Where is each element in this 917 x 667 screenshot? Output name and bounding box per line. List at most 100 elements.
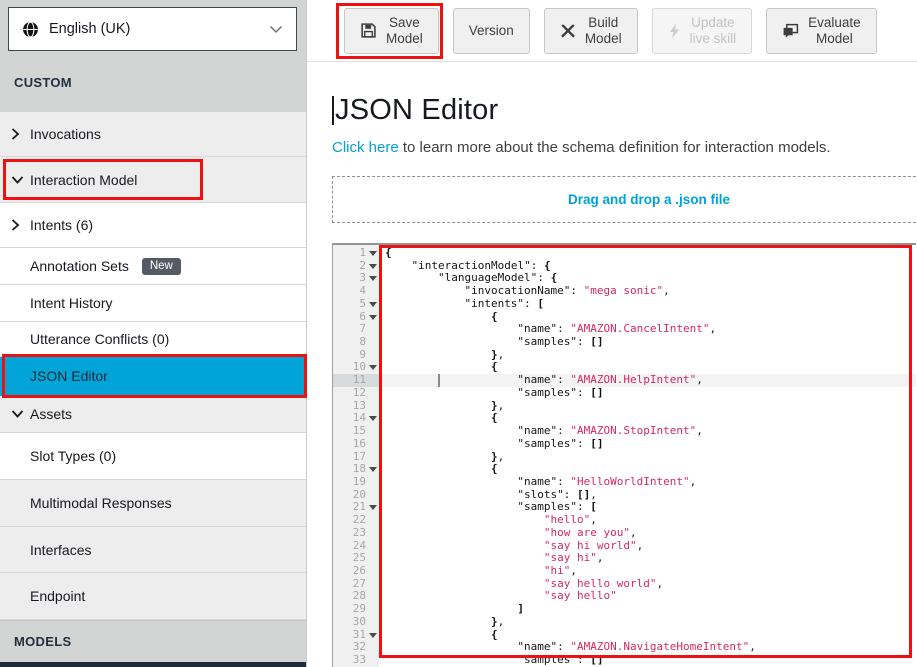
line-number[interactable]: 7 bbox=[333, 323, 379, 336]
fold-caret-icon[interactable] bbox=[369, 416, 377, 421]
fold-caret-icon[interactable] bbox=[369, 505, 377, 510]
code-text[interactable]: }, bbox=[379, 400, 916, 413]
code-text[interactable]: "name": "AMAZON.StopIntent", bbox=[379, 425, 916, 438]
fold-caret-icon[interactable] bbox=[369, 633, 377, 638]
line-number[interactable]: 3 bbox=[333, 272, 379, 285]
code-text[interactable]: "invocationName": "mega sonic", bbox=[379, 285, 916, 298]
code-text[interactable]: "say hello world", bbox=[379, 578, 916, 591]
json-code-editor[interactable]: 1{2"interactionModel": {3"languageModel"… bbox=[332, 243, 916, 667]
sidebar-item-interaction-model[interactable]: Interaction Model bbox=[0, 157, 306, 203]
sidebar-item-label: Assets bbox=[30, 406, 72, 422]
line-number[interactable]: 16 bbox=[333, 438, 379, 451]
click-here-link[interactable]: Click here bbox=[332, 139, 399, 156]
code-text[interactable]: "name": "HelloWorldIntent", bbox=[379, 476, 916, 489]
code-line[interactable]: 21"samples": [ bbox=[333, 501, 916, 514]
code-text[interactable]: "intents": [ bbox=[379, 298, 916, 311]
code-text[interactable]: "say hi world", bbox=[379, 540, 916, 553]
button-label: Version bbox=[469, 23, 514, 39]
version-button[interactable]: Version bbox=[453, 8, 530, 54]
sidebar-item-slot-types[interactable]: Slot Types (0) bbox=[0, 433, 306, 480]
sidebar-item-intent-history[interactable]: Intent History bbox=[0, 285, 306, 322]
code-line[interactable]: 4"invocationName": "mega sonic", bbox=[333, 285, 916, 298]
fold-caret-icon[interactable] bbox=[369, 467, 377, 472]
line-number[interactable]: 2 bbox=[333, 260, 379, 273]
line-number[interactable]: 23 bbox=[333, 527, 379, 540]
code-line[interactable]: 13}, bbox=[333, 400, 916, 413]
line-number[interactable]: 6 bbox=[333, 311, 379, 324]
fold-caret-icon[interactable] bbox=[369, 302, 377, 307]
fold-caret-icon[interactable] bbox=[369, 365, 377, 370]
sidebar-item-utterance-conflicts[interactable]: Utterance Conflicts (0) bbox=[0, 322, 306, 357]
code-line[interactable]: 8"samples": [] bbox=[333, 336, 916, 349]
code-text[interactable]: "slots": [], bbox=[379, 489, 916, 502]
code-text[interactable]: "name": "AMAZON.CancelIntent", bbox=[379, 323, 916, 336]
code-line[interactable]: 7"name": "AMAZON.CancelIntent", bbox=[333, 323, 916, 336]
line-number[interactable]: 26 bbox=[333, 565, 379, 578]
code-line[interactable]: 29] bbox=[333, 603, 916, 616]
code-text[interactable]: "samples": [] bbox=[379, 654, 916, 667]
code-text[interactable]: "samples": [] bbox=[379, 387, 916, 400]
fold-caret-icon[interactable] bbox=[369, 315, 377, 320]
code-line[interactable]: 16"samples": [] bbox=[333, 438, 916, 451]
line-number[interactable]: 1 bbox=[333, 247, 379, 260]
code-line[interactable]: 19"name": "HelloWorldIntent", bbox=[333, 476, 916, 489]
line-number[interactable]: 5 bbox=[333, 298, 379, 311]
sidebar-item-invocations[interactable]: Invocations bbox=[0, 112, 306, 157]
code-line[interactable]: 24"say hi world", bbox=[333, 540, 916, 553]
code-line[interactable]: 9}, bbox=[333, 349, 916, 362]
sidebar-item-endpoint[interactable]: Endpoint bbox=[0, 573, 306, 620]
fold-caret-icon[interactable] bbox=[369, 276, 377, 281]
line-number[interactable]: 29 bbox=[333, 603, 379, 616]
code-line[interactable]: 27"say hello world", bbox=[333, 578, 916, 591]
save-model-button[interactable]: SaveModel bbox=[344, 8, 439, 54]
sidebar-item-multimodal-responses[interactable]: Multimodal Responses bbox=[0, 480, 306, 527]
sidebar-item-annotation-sets[interactable]: Annotation SetsNew bbox=[0, 248, 306, 285]
evaluate-model-button[interactable]: EvaluateModel bbox=[766, 8, 877, 54]
code-line[interactable]: 2"interactionModel": { bbox=[333, 260, 916, 273]
json-dropzone[interactable]: Drag and drop a .json file bbox=[332, 176, 917, 223]
code-line[interactable]: 25"say hi", bbox=[333, 552, 916, 565]
line-number[interactable]: 12 bbox=[333, 387, 379, 400]
code-text[interactable]: "name": "AMAZON.HelpIntent", bbox=[379, 374, 916, 387]
code-line[interactable]: 12"samples": [] bbox=[333, 387, 916, 400]
update-live-skill-button[interactable]: Updatelive skill bbox=[652, 8, 753, 54]
code-line[interactable]: 20"slots": [], bbox=[333, 489, 916, 502]
code-text[interactable]: }, bbox=[379, 616, 916, 629]
code-text[interactable]: }, bbox=[379, 451, 916, 464]
line-number[interactable]: 4 bbox=[333, 285, 379, 298]
line-number[interactable]: 22 bbox=[333, 514, 379, 527]
sidebar-header: English (UK) CUSTOM bbox=[0, 0, 306, 112]
line-number[interactable]: 30 bbox=[333, 616, 379, 629]
code-text[interactable]: "samples": [] bbox=[379, 438, 916, 451]
line-number[interactable]: 15 bbox=[333, 425, 379, 438]
code-text[interactable]: "say hello" bbox=[379, 590, 916, 603]
language-selector[interactable]: English (UK) bbox=[8, 7, 297, 51]
code-text[interactable]: "how are you", bbox=[379, 527, 916, 540]
code-text[interactable]: "samples": [ bbox=[379, 501, 916, 514]
sidebar-item-assets[interactable]: Assets bbox=[0, 396, 306, 433]
code-line[interactable]: 32"name": "AMAZON.NavigateHomeIntent", bbox=[333, 641, 916, 654]
code-line[interactable]: 17}, bbox=[333, 451, 916, 464]
build-model-button[interactable]: BuildModel bbox=[544, 8, 638, 54]
line-number[interactable]: 8 bbox=[333, 336, 379, 349]
sidebar-item-json-editor[interactable]: JSON Editor bbox=[0, 357, 306, 396]
code-line[interactable]: 33"samples": [] bbox=[333, 654, 916, 667]
code-line[interactable]: 11"name": "AMAZON.HelpIntent", bbox=[333, 374, 916, 387]
code-line[interactable]: 28"say hello" bbox=[333, 590, 916, 603]
code-text[interactable]: ] bbox=[379, 603, 916, 616]
sidebar-item-intents[interactable]: Intents (6) bbox=[0, 203, 306, 248]
code-text[interactable]: }, bbox=[379, 349, 916, 362]
fold-caret-icon[interactable] bbox=[369, 264, 377, 269]
line-number[interactable]: 11 bbox=[333, 374, 379, 387]
code-text[interactable]: "hello", bbox=[379, 514, 916, 527]
code-text[interactable]: "name": "AMAZON.NavigateHomeIntent", bbox=[379, 641, 916, 654]
line-number[interactable]: 19 bbox=[333, 476, 379, 489]
code-line[interactable]: 15"name": "AMAZON.StopIntent", bbox=[333, 425, 916, 438]
code-line[interactable]: 5"intents": [ bbox=[333, 298, 916, 311]
code-line[interactable]: 30}, bbox=[333, 616, 916, 629]
code-text[interactable]: "samples": [] bbox=[379, 336, 916, 349]
line-number[interactable]: 33 bbox=[333, 654, 379, 667]
fold-caret-icon[interactable] bbox=[369, 251, 377, 256]
code-text[interactable]: "say hi", bbox=[379, 552, 916, 565]
sidebar-item-interfaces[interactable]: Interfaces bbox=[0, 527, 306, 573]
